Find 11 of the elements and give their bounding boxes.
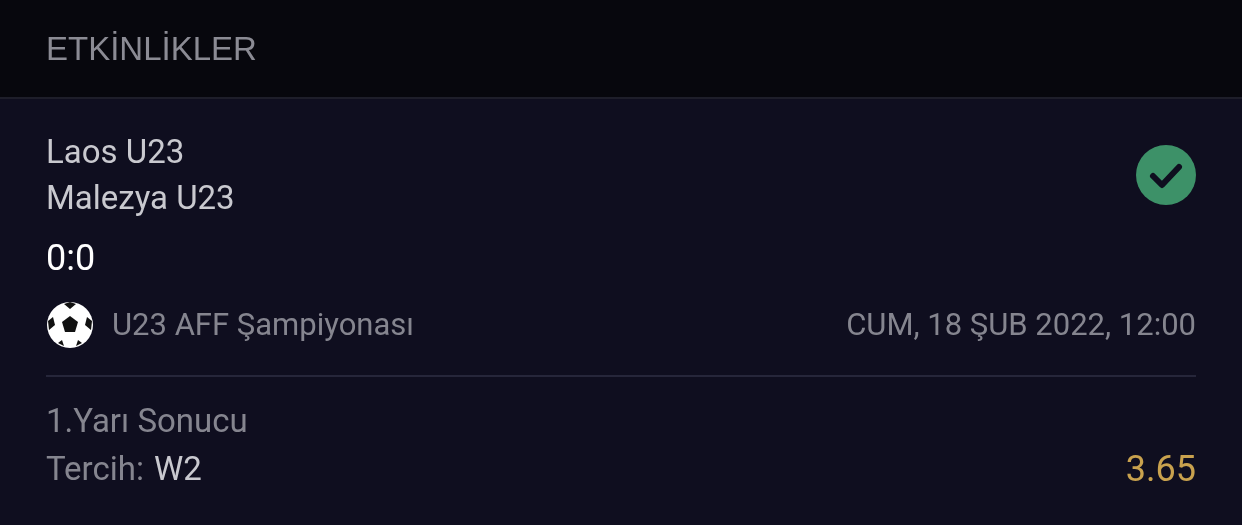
odds: 3.65	[1125, 447, 1196, 492]
soccer-ball-icon	[46, 301, 94, 349]
league-name: U23 AFF Şampiyonası	[112, 304, 414, 345]
choice-label: Tercih:	[46, 448, 144, 490]
away-team: Malezya U23	[46, 177, 235, 219]
choice-value: W2	[153, 448, 202, 490]
home-team: Laos U23	[46, 131, 186, 173]
event-date: CUM, 18 ŞUB 2022, 12:00	[846, 304, 1196, 345]
score: 0:0	[46, 237, 96, 279]
section-title: ETKİNLİKLER	[46, 28, 257, 69]
market-name: 1.Yarı Sonucu	[46, 401, 248, 440]
